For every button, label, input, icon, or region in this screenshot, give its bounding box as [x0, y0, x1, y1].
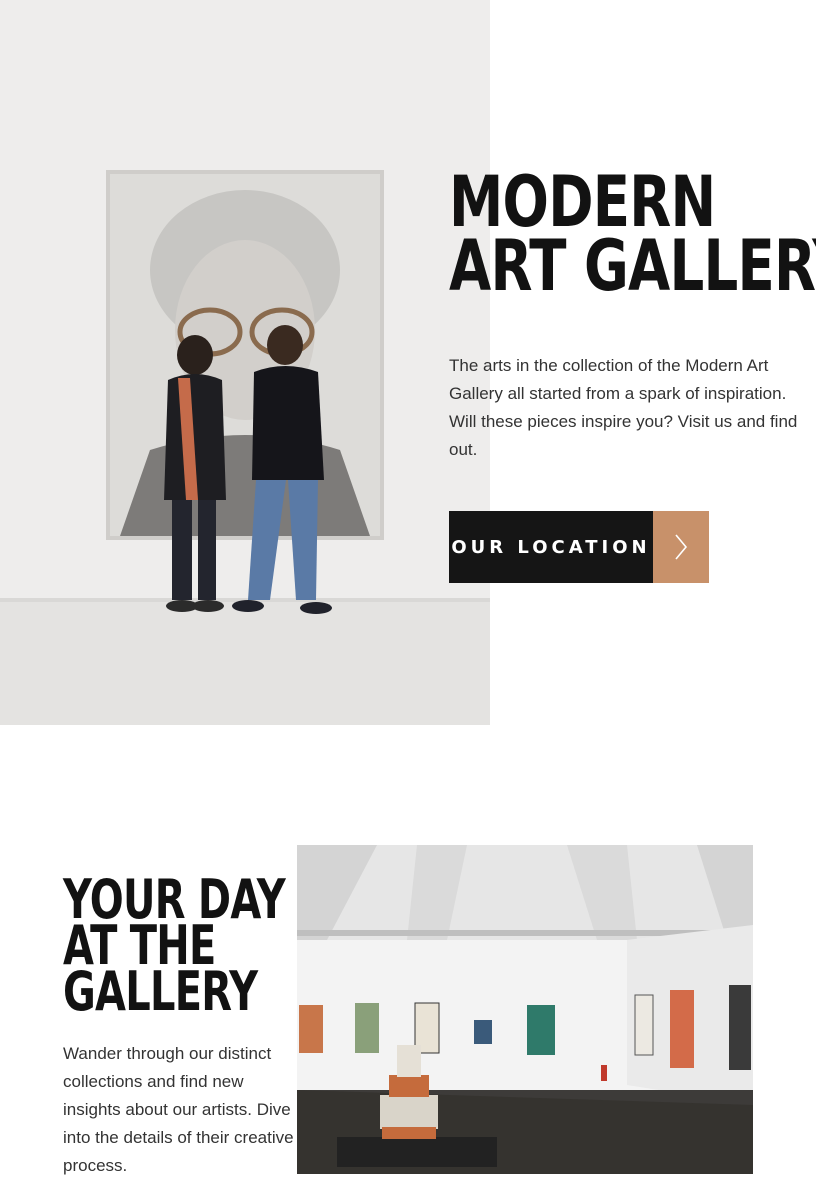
section2-title-line3: GALLERY: [63, 960, 258, 1023]
hero-description: The arts in the collection of the Modern…: [449, 356, 798, 459]
our-location-label: OUR LOCATION: [449, 511, 653, 583]
visitors-viewing-portrait-illustration: [0, 0, 490, 725]
our-location-button[interactable]: OUR LOCATION: [449, 511, 709, 583]
hero-title: MODERN ART GALLERY: [449, 167, 816, 307]
section2-title: YOUR DAY AT THE GALLERY: [63, 873, 286, 1023]
gallery-interior-image: [297, 845, 753, 1174]
hero-title-line2: ART GALLERY: [449, 225, 816, 307]
chevron-right-icon: [653, 511, 709, 583]
hero-image: [0, 0, 490, 725]
gallery-interior-illustration: [297, 845, 753, 1174]
section2-description: Wander through our distinct collections …: [63, 1044, 294, 1175]
